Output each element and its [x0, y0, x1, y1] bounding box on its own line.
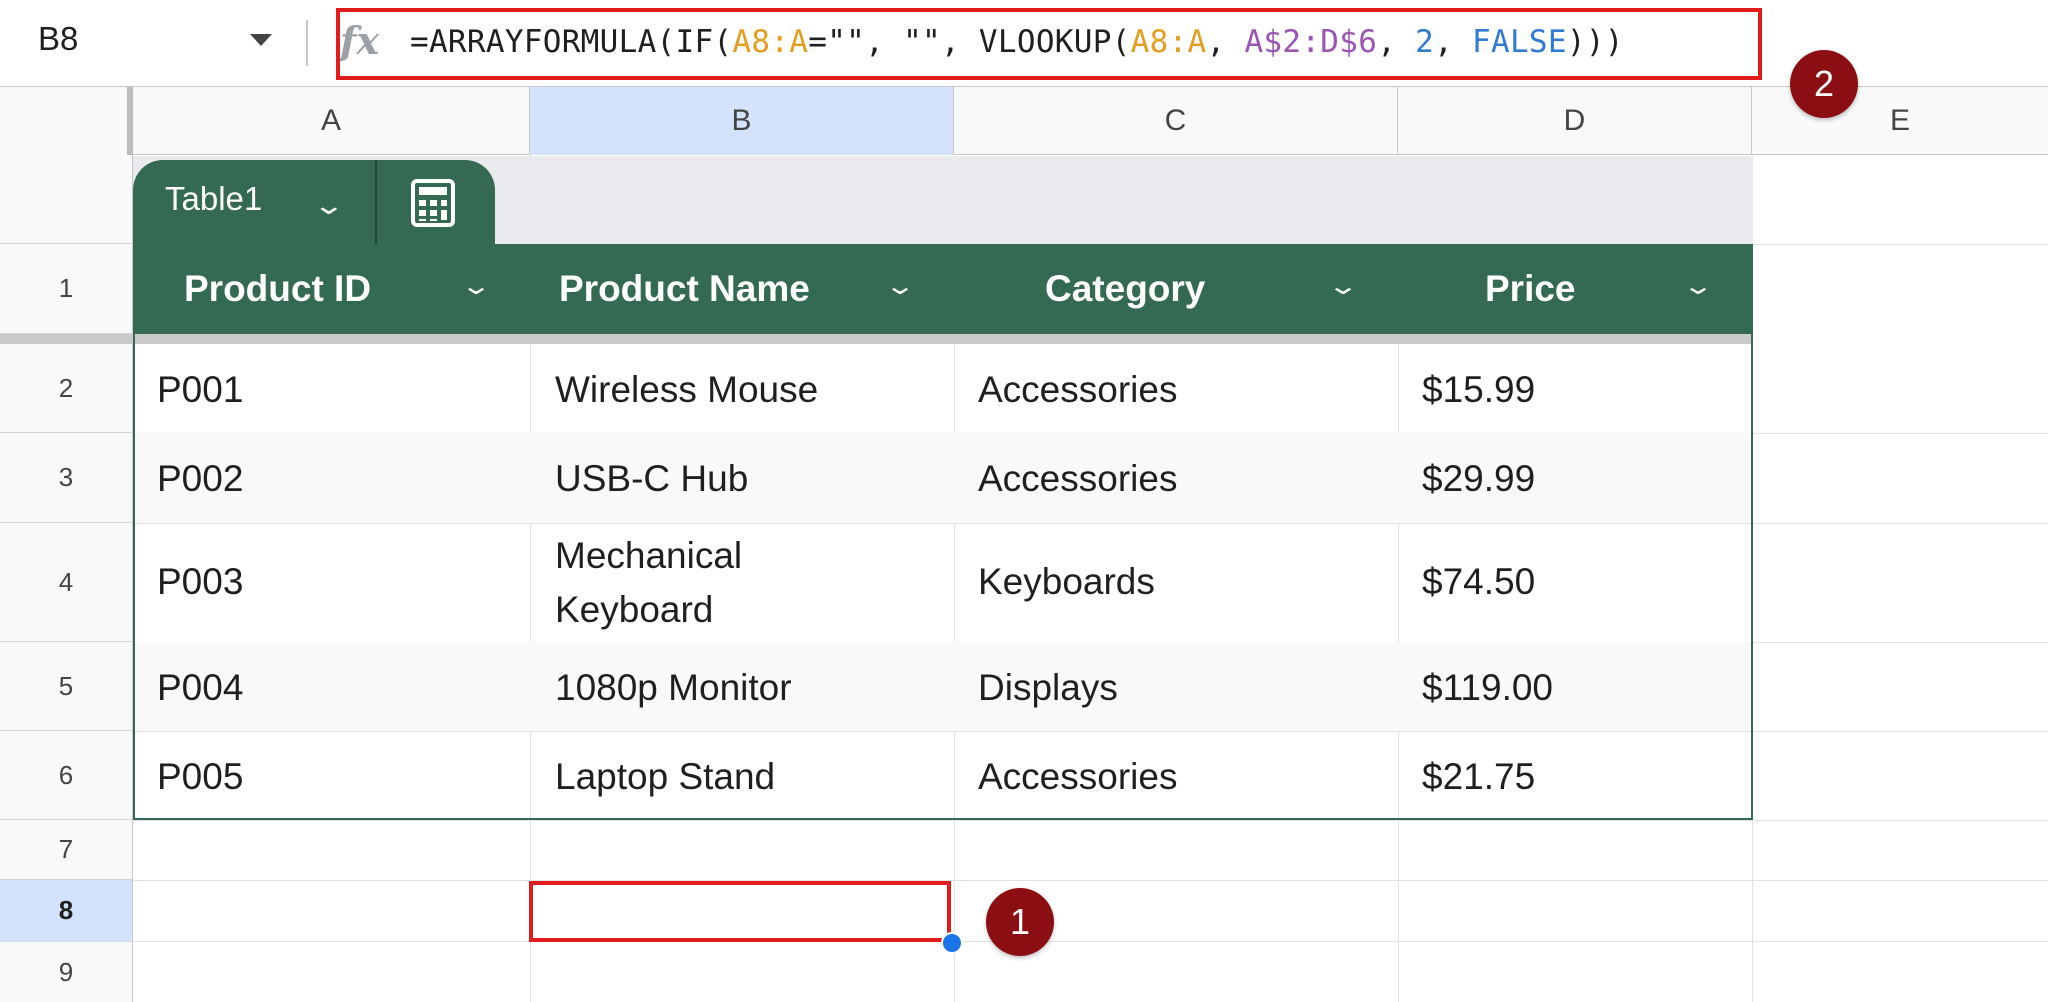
formula-bar-divider	[306, 20, 308, 66]
grid-line	[133, 880, 2048, 881]
table-tab-divider	[375, 160, 377, 244]
callout-badge-2: 2	[1790, 50, 1858, 118]
column-header-a[interactable]: A	[133, 87, 530, 155]
row-header-6[interactable]: 6	[0, 731, 133, 820]
row-header-4[interactable]: 4	[0, 523, 133, 642]
row-header-2[interactable]: 2	[0, 344, 133, 433]
name-box[interactable]: B8	[38, 20, 78, 58]
callout-badge-1: 1	[986, 888, 1054, 956]
row-header-9[interactable]: 9	[0, 942, 133, 1002]
row-header-1[interactable]: 1	[0, 244, 133, 334]
formula-highlight-box	[336, 8, 1762, 80]
column-header-d[interactable]: D	[1398, 87, 1752, 155]
row-header-3[interactable]: 3	[0, 433, 133, 523]
table-calculator-icon[interactable]	[408, 178, 458, 228]
table-name[interactable]: Table1	[165, 180, 262, 218]
grid-line	[133, 820, 2048, 821]
row-header-7[interactable]: 7	[0, 820, 133, 880]
grid-line	[133, 941, 2048, 942]
fill-handle[interactable]	[941, 932, 963, 954]
select-all-corner[interactable]	[0, 87, 133, 155]
row-header-table-tab	[0, 155, 133, 244]
name-box-dropdown-icon[interactable]	[250, 34, 272, 46]
column-header-b[interactable]: B	[530, 87, 954, 155]
table-border	[133, 244, 1753, 820]
table-menu-chevron-icon[interactable]: ⌄	[313, 190, 346, 221]
selected-cell-b8[interactable]	[529, 881, 951, 942]
row-header-5[interactable]: 5	[0, 642, 133, 731]
column-header-c[interactable]: C	[954, 87, 1398, 155]
row-header-8[interactable]: 8	[0, 880, 133, 942]
